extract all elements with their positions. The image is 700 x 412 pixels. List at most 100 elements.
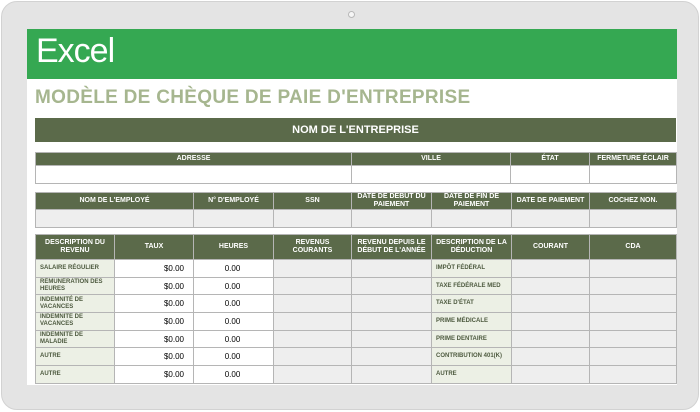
rate-cell[interactable]: $0.00: [114, 276, 194, 296]
ytd-deduction-cell[interactable]: [589, 365, 677, 384]
current-deduction-cell[interactable]: [511, 347, 590, 367]
ytd-deduction-cell[interactable]: [589, 276, 677, 296]
laptop-frame: Excel MODÈLE DE CHÈQUE DE PAIE D'ENTREPR…: [1, 1, 699, 410]
current-earnings-cell[interactable]: [273, 365, 352, 384]
employee-table: NOM DE L'EMPLOYÉ N° D'EMPLOYÉ SSN DATE D…: [35, 192, 677, 228]
city-header: VILLE: [351, 152, 511, 166]
table-row: INDEMNITÉ DE VACANCES $0.00 0.00 PRIME M…: [35, 312, 677, 331]
hours-cell[interactable]: 0.00: [193, 312, 274, 331]
deduction-label: TAXE D'ÉTAT: [431, 294, 512, 314]
zip-header: FERMETURE ÉCLAIR: [589, 152, 677, 166]
table-row: INDEMNITÉ DE VACANCES $0.00 0.00 TAXE D'…: [35, 294, 677, 314]
deduction-label: PRIME DENTAIRE: [431, 329, 512, 349]
state-cell[interactable]: [510, 165, 590, 184]
current-earnings-cell[interactable]: [273, 347, 352, 367]
employee-number-cell[interactable]: [193, 209, 274, 228]
pay-date-cell[interactable]: [511, 209, 590, 228]
earnings-deductions-table: DESCRIPTION DU REVENU TAUX HEURES REVENU…: [35, 234, 677, 384]
ytd-earnings-cell[interactable]: [351, 329, 432, 349]
address-header: ADRESSE: [35, 152, 352, 166]
hours-cell[interactable]: 0.00: [193, 294, 274, 314]
current-deduction-cell[interactable]: [511, 259, 590, 278]
deduction-label: TAXE FÉDÉRALE MED: [431, 276, 512, 296]
rate-cell[interactable]: $0.00: [114, 259, 194, 278]
current-deduction-cell[interactable]: [511, 312, 590, 331]
deduction-description-header: DESCRIPTION DE LA DÉDUCTION: [431, 234, 512, 260]
current-earnings-cell[interactable]: [273, 312, 352, 331]
ytd-deduction-cell[interactable]: [589, 294, 677, 314]
page-title: MODÈLE DE CHÈQUE DE PAIE D'ENTREPRISE: [35, 87, 471, 108]
earning-label: RÉMUNÉRATION DES HEURES: [35, 276, 115, 296]
webcam-icon: [348, 11, 355, 18]
current-deduction-cell[interactable]: [511, 294, 590, 314]
table-row: SALAIRE RÉGULIER $0.00 0.00 IMPÔT FÉDÉRA…: [35, 259, 677, 278]
hours-cell[interactable]: 0.00: [193, 365, 274, 384]
earning-label: INDEMNITÉ DE VACANCES: [35, 312, 115, 331]
address-table: ADRESSE VILLE ÉTAT FERMETURE ÉCLAIR: [35, 152, 677, 184]
ytd-earnings-cell[interactable]: [351, 347, 432, 367]
current-earnings-cell[interactable]: [273, 276, 352, 296]
hours-cell[interactable]: 0.00: [193, 276, 274, 296]
current-earnings-cell[interactable]: [273, 294, 352, 314]
ytd-earnings-cell[interactable]: [351, 312, 432, 331]
pay-end-date-cell[interactable]: [431, 209, 512, 228]
check-number-header: COCHEZ NON.: [589, 192, 677, 210]
ytd-deduction-cell[interactable]: [589, 259, 677, 278]
earning-description-header: DESCRIPTION DU REVENU: [35, 234, 115, 260]
ssn-header: SSN: [273, 192, 352, 210]
rate-cell[interactable]: $0.00: [114, 365, 194, 384]
excel-logo: Excel: [36, 32, 115, 70]
current-deduction-cell[interactable]: [511, 365, 590, 384]
current-deduction-cell[interactable]: [511, 329, 590, 349]
deduction-label: PRIME MÉDICALE: [431, 312, 512, 331]
rate-cell[interactable]: $0.00: [114, 312, 194, 331]
table-row: AUTRE $0.00 0.00 AUTRE: [35, 365, 677, 384]
company-name-header[interactable]: NOM DE L'ENTREPRISE: [35, 118, 676, 142]
earning-label: AUTRE: [35, 365, 115, 384]
current-earnings-header: REVENUS COURANTS: [273, 234, 352, 260]
ytd-earnings-cell[interactable]: [351, 294, 432, 314]
ytd-earnings-cell[interactable]: [351, 259, 432, 278]
ssn-cell[interactable]: [273, 209, 352, 228]
table-row: INDEMNITÉ DE MALADIE $0.00 0.00 PRIME DE…: [35, 329, 677, 349]
zip-cell[interactable]: [589, 165, 677, 184]
table-row: AUTRE $0.00 0.00 CONTRIBUTION 401(K): [35, 347, 677, 367]
current-earnings-cell[interactable]: [273, 329, 352, 349]
hours-cell[interactable]: 0.00: [193, 329, 274, 349]
deduction-label: AUTRE: [431, 365, 512, 384]
deduction-label: CONTRIBUTION 401(K): [431, 347, 512, 367]
pay-start-date-header: DATE DE DÉBUT DU PAIEMENT: [351, 192, 432, 210]
ytd-deduction-cell[interactable]: [589, 347, 677, 367]
employee-name-cell[interactable]: [35, 209, 194, 228]
hours-cell[interactable]: 0.00: [193, 347, 274, 367]
city-cell[interactable]: [351, 165, 511, 184]
ytd-deduction-cell[interactable]: [589, 329, 677, 349]
rate-cell[interactable]: $0.00: [114, 347, 194, 367]
current-deduction-cell[interactable]: [511, 276, 590, 296]
hours-header: HEURES: [193, 234, 274, 260]
ytd-earnings-cell[interactable]: [351, 276, 432, 296]
ytd-earnings-header: REVENU DEPUIS LE DÉBUT DE L'ANNÉE: [351, 234, 432, 260]
earning-label: INDEMNITÉ DE VACANCES: [35, 294, 115, 314]
rate-cell[interactable]: $0.00: [114, 329, 194, 349]
pay-date-header: DATE DE PAIEMENT: [511, 192, 590, 210]
company-name-label: NOM DE L'ENTREPRISE: [292, 124, 419, 136]
employee-name-header: NOM DE L'EMPLOYÉ: [35, 192, 194, 210]
rate-cell[interactable]: $0.00: [114, 294, 194, 314]
rate-header: TAUX: [114, 234, 194, 260]
check-number-cell[interactable]: [589, 209, 677, 228]
current-earnings-cell[interactable]: [273, 259, 352, 278]
ytd-earnings-cell[interactable]: [351, 365, 432, 384]
hours-cell[interactable]: 0.00: [193, 259, 274, 278]
address-cell[interactable]: [35, 165, 352, 184]
pay-start-date-cell[interactable]: [351, 209, 432, 228]
earning-label: AUTRE: [35, 347, 115, 367]
ytd-deduction-cell[interactable]: [589, 312, 677, 331]
deduction-label: IMPÔT FÉDÉRAL: [431, 259, 512, 278]
spreadsheet-screen: Excel MODÈLE DE CHÈQUE DE PAIE D'ENTREPR…: [27, 29, 677, 385]
employee-number-header: N° D'EMPLOYÉ: [193, 192, 274, 210]
current-deduction-header: COURANT: [511, 234, 590, 260]
table-row: RÉMUNÉRATION DES HEURES $0.00 0.00 TAXE …: [35, 276, 677, 296]
state-header: ÉTAT: [510, 152, 590, 166]
app-banner: Excel: [27, 29, 677, 79]
